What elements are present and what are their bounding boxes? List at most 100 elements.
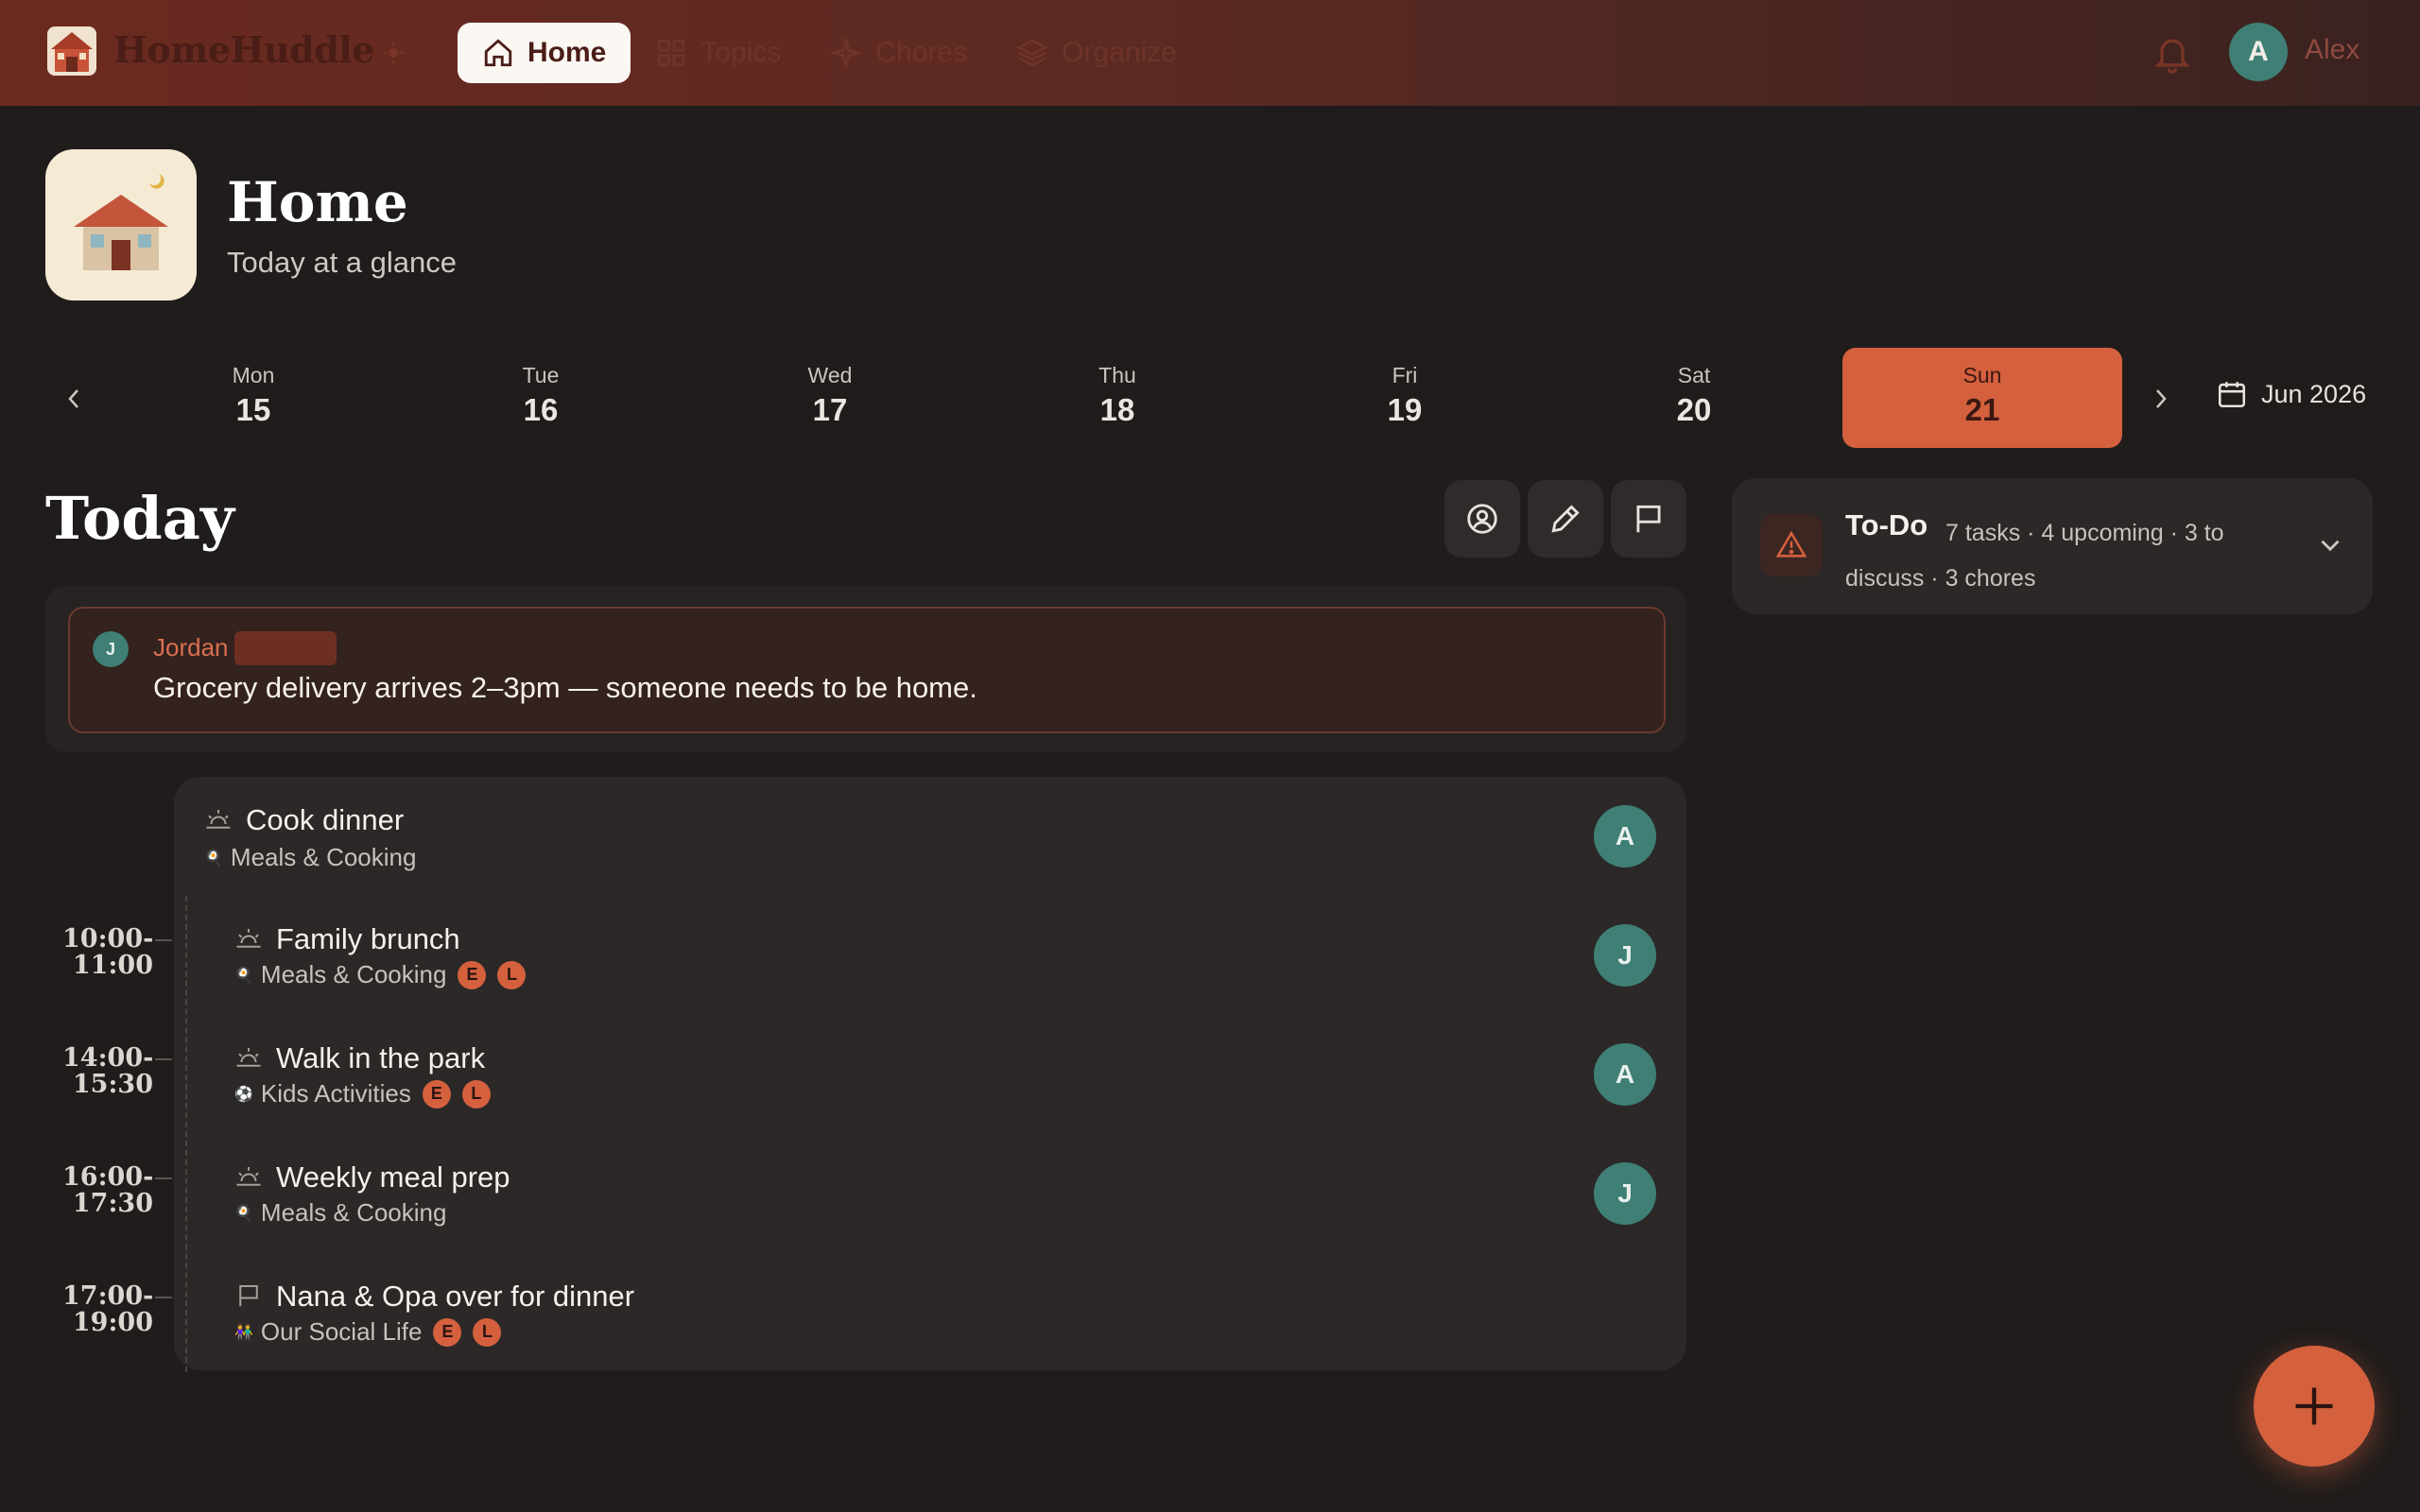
day-name: Sat (1677, 363, 1711, 387)
sunrise-icon (236, 929, 261, 948)
category-label: Kids Activities (260, 1079, 411, 1108)
note-text: Grocery delivery arrives 2–3pm — someone… (153, 671, 977, 704)
day-name: Tue (522, 363, 560, 387)
day-date: 17 (812, 392, 848, 427)
day-wed[interactable]: Wed 17 (690, 348, 970, 448)
day-date: 19 (1387, 392, 1423, 427)
page-subtitle: Today at a glance (227, 246, 458, 279)
todo-summary: 7 tasks · 4 upcoming · 3 to discuss · 3 … (1845, 520, 2224, 592)
nav-home[interactable]: Home (458, 23, 631, 83)
nav-organize-label: Organize (1062, 37, 1177, 68)
day-date: 20 (1676, 392, 1712, 427)
event-title: Weekly meal prep (276, 1160, 510, 1194)
assignee-avatar[interactable]: A (1594, 805, 1656, 868)
day-date: 16 (523, 392, 559, 427)
category-emoji: ⚽ (234, 1086, 253, 1103)
event-title: Walk in the park (276, 1041, 486, 1074)
assignee-avatar[interactable]: A (1594, 1043, 1656, 1106)
category-label: Meals & Cooking (260, 960, 447, 988)
nav-organize[interactable]: Organize (992, 23, 1201, 83)
sun-icon[interactable] (382, 42, 405, 64)
category-emoji: 👫 (234, 1324, 253, 1341)
nav-chores-label: Chores (875, 37, 968, 68)
edit-button[interactable] (1528, 480, 1603, 558)
page-icon (45, 149, 197, 301)
flag-button[interactable] (1611, 480, 1686, 558)
time-end: 11:00 (72, 951, 153, 980)
event-time: 17:00- 19:00 (62, 1283, 153, 1336)
month-label: Jun 2026 (2261, 379, 2367, 408)
event-title: Family brunch (276, 922, 460, 955)
next-week-button[interactable] (2144, 378, 2178, 420)
time-tick (155, 1058, 172, 1060)
layers-icon (1016, 39, 1049, 67)
note-tag (234, 631, 337, 665)
todo-icon-box (1760, 514, 1823, 576)
day-mon[interactable]: Mon 15 (113, 348, 393, 448)
brand-name[interactable]: HomeHuddle (113, 28, 374, 71)
event-time: 16:00- 17:30 (62, 1164, 153, 1217)
nav-chores[interactable]: Chores (805, 23, 992, 83)
time-start: 14:00- (62, 1043, 154, 1073)
chevron-right-icon (2156, 389, 2167, 408)
sparkle-icon (830, 37, 863, 69)
member-chip: L (497, 960, 527, 989)
add-button[interactable] (2254, 1346, 2375, 1467)
brand-logo[interactable] (47, 26, 96, 76)
grid-icon (658, 39, 685, 67)
member-chip: E (458, 960, 487, 989)
time-end: 19:00 (72, 1308, 153, 1337)
day-name: Thu (1098, 363, 1136, 387)
day-sat[interactable]: Sat 20 (1554, 348, 1834, 448)
day-name: Fri (1392, 363, 1418, 387)
page-title: Home (227, 170, 408, 234)
day-date: 15 (235, 392, 271, 427)
note-author-avatar: J (93, 631, 129, 667)
user-avatar[interactable]: A (2229, 23, 2288, 81)
day-fri[interactable]: Fri 19 (1265, 348, 1545, 448)
chevron-down-icon[interactable] (2314, 529, 2346, 561)
member-chip: L (473, 1317, 502, 1347)
day-name: Wed (807, 363, 853, 387)
prev-week-button[interactable] (57, 378, 91, 420)
time-tick (155, 1297, 172, 1298)
top-bar: HomeHuddle Home Topics Chores Organize A… (0, 0, 2420, 106)
day-tue[interactable]: Tue 16 (401, 348, 681, 448)
pencil-icon (1551, 505, 1580, 533)
calendar-icon (2218, 382, 2246, 408)
event-category: ⚽ Kids Activities E L (234, 1079, 491, 1108)
month-picker[interactable]: Jun 2026 (2216, 378, 2366, 410)
day-sun[interactable]: Sun 21 (1842, 348, 2122, 448)
day-thu[interactable]: Thu 18 (977, 348, 1257, 448)
event-title: Nana & Opa over for dinner (276, 1280, 635, 1313)
time-tick (155, 939, 172, 941)
event-title: Cook dinner (246, 803, 405, 836)
user-circle-icon (1467, 504, 1497, 534)
filter-person-button[interactable] (1444, 480, 1520, 558)
nav-topics[interactable]: Topics (631, 23, 805, 83)
event-time: 14:00- 15:30 (62, 1045, 153, 1098)
category-emoji: 🍳 (234, 967, 253, 984)
flag-icon (1636, 505, 1661, 533)
pinned-note[interactable] (68, 607, 1666, 733)
assignee-avatar[interactable]: J (1594, 924, 1656, 987)
user-name[interactable]: Alex (2305, 34, 2360, 66)
nav-topics-label: Topics (700, 37, 782, 68)
day-name: Mon (232, 363, 275, 387)
note-author: Jordan (153, 633, 229, 662)
sunrise-icon (236, 1167, 261, 1186)
bell-icon[interactable] (2152, 32, 2193, 74)
time-start: 16:00- (62, 1162, 154, 1192)
flag-icon (239, 1285, 258, 1307)
home-icon (484, 39, 512, 67)
category-label: Meals & Cooking (260, 1198, 447, 1227)
event-category: 🍳 Meals & Cooking E L (234, 960, 527, 989)
time-end: 17:30 (72, 1189, 153, 1218)
assignee-avatar[interactable]: J (1594, 1162, 1656, 1225)
today-title: Today (45, 484, 234, 553)
nav-home-label: Home (527, 37, 607, 68)
plus-icon (2295, 1387, 2333, 1425)
chevron-left-icon (68, 389, 78, 408)
event-category: 🍳 Meals & Cooking (234, 1198, 446, 1228)
time-start: 17:00- (62, 1281, 154, 1311)
